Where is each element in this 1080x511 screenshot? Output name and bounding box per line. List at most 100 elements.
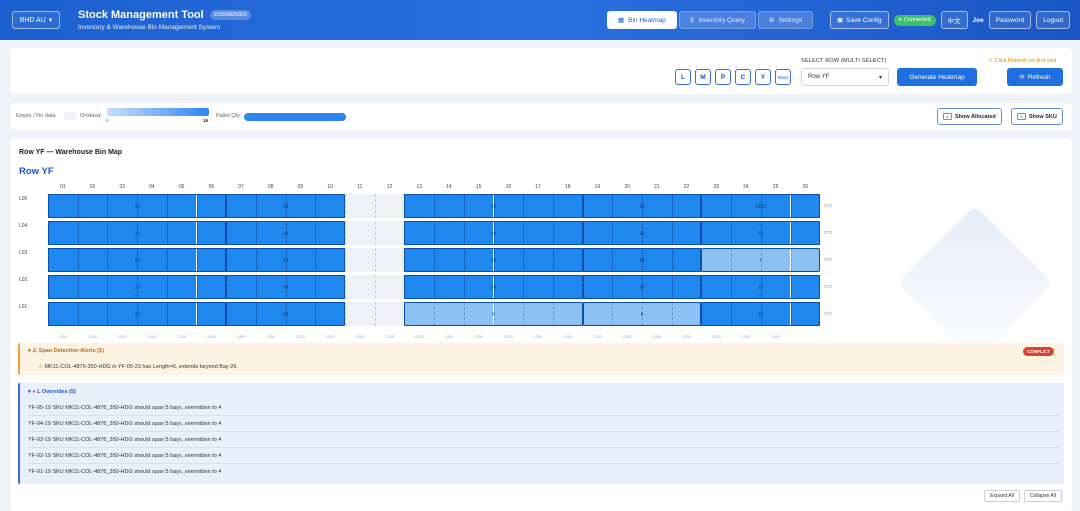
bin-cell[interactable] xyxy=(493,194,524,218)
bin-cell[interactable] xyxy=(404,221,435,245)
bin-cell[interactable] xyxy=(255,248,286,272)
bin-cell[interactable] xyxy=(701,302,732,326)
bin-cell[interactable] xyxy=(285,302,316,326)
row-button-l[interactable]: L xyxy=(675,69,691,85)
bin-cell[interactable] xyxy=(196,302,227,326)
bin-cell[interactable] xyxy=(107,194,138,218)
refresh-button[interactable]: ⟳ Refresh xyxy=(1007,68,1063,86)
bin-cell[interactable] xyxy=(434,221,464,245)
row-button-more[interactable]: More xyxy=(775,69,791,85)
bin-cell[interactable] xyxy=(701,248,732,272)
generate-heatmap-button[interactable]: Generate Heatmap xyxy=(897,68,977,86)
bin-cell[interactable] xyxy=(493,302,524,326)
password-button[interactable]: Password xyxy=(988,11,1032,29)
show-sku-button[interactable]: S Show SKU xyxy=(1011,108,1063,125)
bin-cell[interactable] xyxy=(582,221,613,245)
bin-cell[interactable] xyxy=(77,194,108,218)
bin-cell-empty[interactable] xyxy=(374,248,405,272)
bin-cell[interactable] xyxy=(315,302,345,326)
bin-cell[interactable] xyxy=(701,221,732,245)
bin-cell[interactable] xyxy=(315,275,345,299)
tab-inventory-query[interactable]: ⚲ Inventory Query xyxy=(678,11,756,29)
collapse-all-button[interactable]: Collapse All xyxy=(1023,490,1062,502)
bin-cell[interactable] xyxy=(463,221,494,245)
bin-cell[interactable] xyxy=(137,221,167,245)
bin-cell[interactable] xyxy=(493,248,524,272)
bin-cell[interactable] xyxy=(285,275,316,299)
bin-cell[interactable] xyxy=(255,194,286,218)
bin-cell-empty[interactable] xyxy=(345,275,375,299)
bin-cell[interactable] xyxy=(612,194,642,218)
bin-cell[interactable] xyxy=(107,248,138,272)
bin-cell[interactable] xyxy=(285,194,316,218)
bin-cell[interactable] xyxy=(226,194,256,218)
bin-cell[interactable] xyxy=(582,275,613,299)
row-button-y[interactable]: Y xyxy=(755,69,771,85)
bin-cell[interactable] xyxy=(760,275,791,299)
bin-cell[interactable] xyxy=(137,248,167,272)
bin-cell[interactable] xyxy=(582,194,613,218)
bin-cell[interactable] xyxy=(463,248,494,272)
bin-cell[interactable] xyxy=(285,221,316,245)
tab-settings[interactable]: ⚙ Settings xyxy=(757,11,814,29)
bin-cell[interactable] xyxy=(434,302,464,326)
bin-cell[interactable] xyxy=(196,194,227,218)
expand-all-button[interactable]: Expand All xyxy=(984,490,1020,502)
show-allocated-button[interactable]: A Show Allocated xyxy=(937,108,1002,125)
bin-cell[interactable] xyxy=(166,248,197,272)
bin-cell[interactable] xyxy=(760,302,791,326)
logout-button[interactable]: Logout xyxy=(1036,11,1071,29)
language-toggle-button[interactable]: 中文 xyxy=(940,11,968,29)
bin-cell[interactable] xyxy=(315,248,345,272)
bin-cell[interactable] xyxy=(434,275,464,299)
bin-cell[interactable] xyxy=(671,248,702,272)
bin-cell[interactable] xyxy=(552,275,583,299)
bin-cell[interactable] xyxy=(166,194,197,218)
bin-cell[interactable] xyxy=(612,221,642,245)
bin-cell[interactable] xyxy=(671,275,702,299)
bin-cell[interactable] xyxy=(790,302,821,326)
bin-cell[interactable] xyxy=(196,221,227,245)
bin-cell[interactable] xyxy=(671,194,702,218)
bin-cell[interactable] xyxy=(137,275,167,299)
bin-cell[interactable] xyxy=(523,302,553,326)
bin-cell-empty[interactable] xyxy=(345,194,375,218)
bin-cell[interactable] xyxy=(552,221,583,245)
bin-cell[interactable] xyxy=(612,302,642,326)
bin-cell[interactable] xyxy=(404,302,435,326)
bin-cell[interactable] xyxy=(77,275,108,299)
bin-cell[interactable] xyxy=(552,302,583,326)
bin-cell[interactable] xyxy=(760,221,791,245)
bin-cell-empty[interactable] xyxy=(374,302,405,326)
bin-cell[interactable] xyxy=(226,302,256,326)
bin-cell[interactable] xyxy=(48,194,78,218)
bin-cell[interactable] xyxy=(434,248,464,272)
bin-cell[interactable] xyxy=(255,275,286,299)
bin-cell[interactable] xyxy=(166,221,197,245)
bin-cell[interactable] xyxy=(404,275,435,299)
bin-cell[interactable] xyxy=(523,194,553,218)
bin-cell[interactable] xyxy=(107,302,138,326)
bin-cell[interactable] xyxy=(523,248,553,272)
bin-cell[interactable] xyxy=(671,302,702,326)
bin-cell[interactable] xyxy=(137,194,167,218)
bin-cell[interactable] xyxy=(48,302,78,326)
alerts-toggle[interactable]: ▾ ⚠ Span Detection Alerts (1) xyxy=(28,348,104,354)
bin-cell[interactable] xyxy=(226,275,256,299)
bin-cell[interactable] xyxy=(493,275,524,299)
bin-cell[interactable] xyxy=(552,194,583,218)
bin-cell-empty[interactable] xyxy=(345,302,375,326)
bin-cell[interactable] xyxy=(642,248,672,272)
bin-cell[interactable] xyxy=(48,248,78,272)
bin-cell[interactable] xyxy=(552,248,583,272)
bin-cell[interactable] xyxy=(196,275,227,299)
tab-bin-heatmap[interactable]: ▦ Bin Heatmap xyxy=(607,11,677,29)
bin-cell[interactable] xyxy=(731,221,761,245)
bin-cell[interactable] xyxy=(255,221,286,245)
bin-cell[interactable] xyxy=(642,302,672,326)
bin-cell[interactable] xyxy=(137,302,167,326)
bin-cell[interactable] xyxy=(612,275,642,299)
row-select[interactable]: Row YF ▾ xyxy=(801,68,889,86)
bin-cell[interactable] xyxy=(731,302,761,326)
row-button-c[interactable]: C xyxy=(735,69,751,85)
